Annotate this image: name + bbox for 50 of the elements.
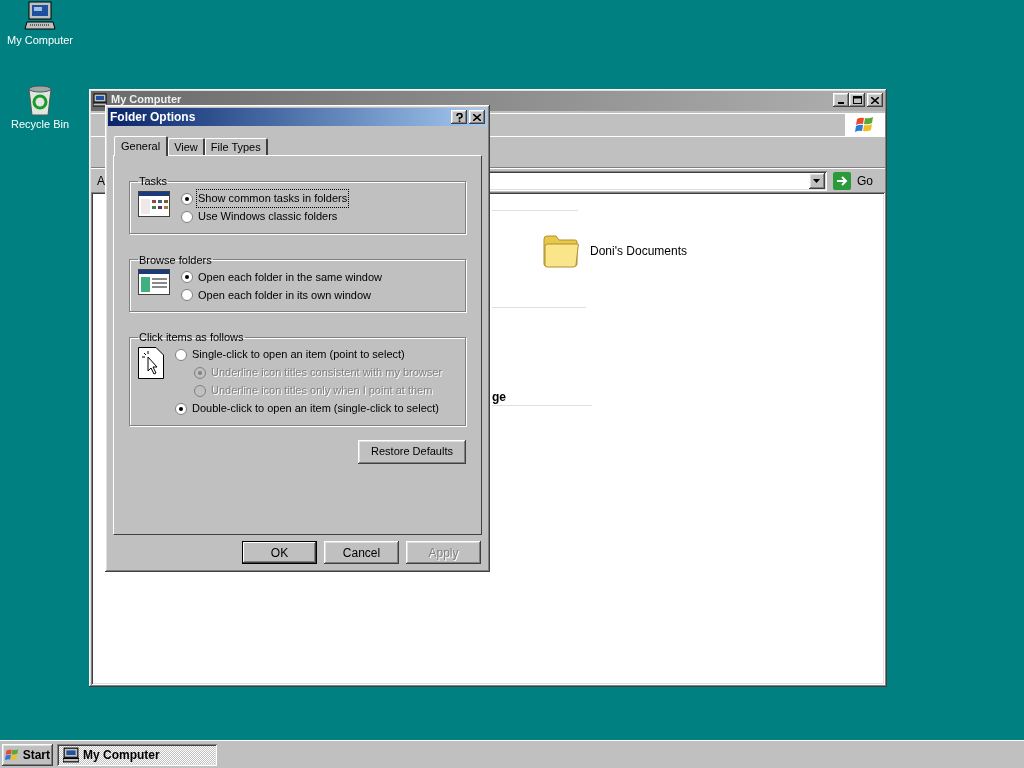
restore-defaults-button[interactable]: Restore Defaults: [358, 439, 466, 464]
radio-button[interactable]: [181, 271, 193, 283]
radio-button[interactable]: [181, 289, 193, 301]
go-button[interactable]: Go: [831, 169, 879, 192]
window-icon: [138, 269, 170, 295]
cursor-page-icon: [138, 346, 164, 379]
help-button[interactable]: [451, 110, 467, 124]
close-icon: [473, 113, 481, 121]
address-label: A: [97, 172, 105, 190]
close-button[interactable]: [867, 93, 883, 107]
dialog-button[interactable]: OK: [242, 541, 317, 564]
radio-button[interactable]: [181, 210, 193, 223]
window-title: My Computer: [111, 93, 182, 106]
dropdown-button[interactable]: [809, 172, 825, 189]
group-title: Tasks: [138, 174, 169, 189]
flag-logo-icon: [5, 747, 20, 762]
dialog-button[interactable]: Cancel: [324, 541, 399, 564]
option-label[interactable]: Open each folder in the same window: [197, 268, 384, 286]
desktop-icon-label: Recycle Bin: [10, 118, 70, 131]
radio-button[interactable]: [175, 402, 187, 415]
taskbar-button[interactable]: My Computer: [57, 743, 217, 766]
caret-icon: [813, 178, 821, 183]
desktop-icon-label: My Computer: [7, 34, 73, 47]
option-label[interactable]: Use Windows classic folders: [197, 208, 339, 225]
close-icon: [871, 96, 879, 104]
tab[interactable]: File Types: [204, 138, 268, 155]
folder-icon[interactable]: [542, 233, 580, 269]
radio-button[interactable]: [181, 192, 193, 205]
maximize-icon: [852, 96, 862, 104]
flag-logo-icon: [855, 116, 875, 134]
tab[interactable]: View: [168, 138, 205, 155]
option-label[interactable]: Show common tasks in folders: [197, 190, 349, 207]
minimize-button[interactable]: [833, 93, 849, 107]
dialog-title: Folder Options: [110, 109, 196, 126]
group-title: Click items as follows: [138, 330, 245, 345]
computer-icon: [63, 746, 79, 763]
window-icon: [138, 190, 170, 217]
maximize-button[interactable]: [849, 93, 865, 107]
option-label[interactable]: Single-click to open an item (point to select): [191, 346, 406, 363]
group-title: Browse folders: [138, 252, 213, 268]
option-label[interactable]: Open each folder in its own window: [197, 286, 373, 304]
tab[interactable]: General: [114, 136, 169, 156]
help-icon: [455, 112, 463, 122]
computer-icon[interactable]: [24, 0, 56, 32]
start-button[interactable]: Start: [2, 743, 53, 766]
folder-label[interactable]: Doni's Documents: [590, 242, 687, 260]
option-label[interactable]: Double-click to open an item (single-click to select): [191, 400, 440, 417]
section-heading: ge: [492, 390, 507, 404]
radio-button[interactable]: [175, 348, 187, 361]
close-button[interactable]: [469, 110, 485, 124]
